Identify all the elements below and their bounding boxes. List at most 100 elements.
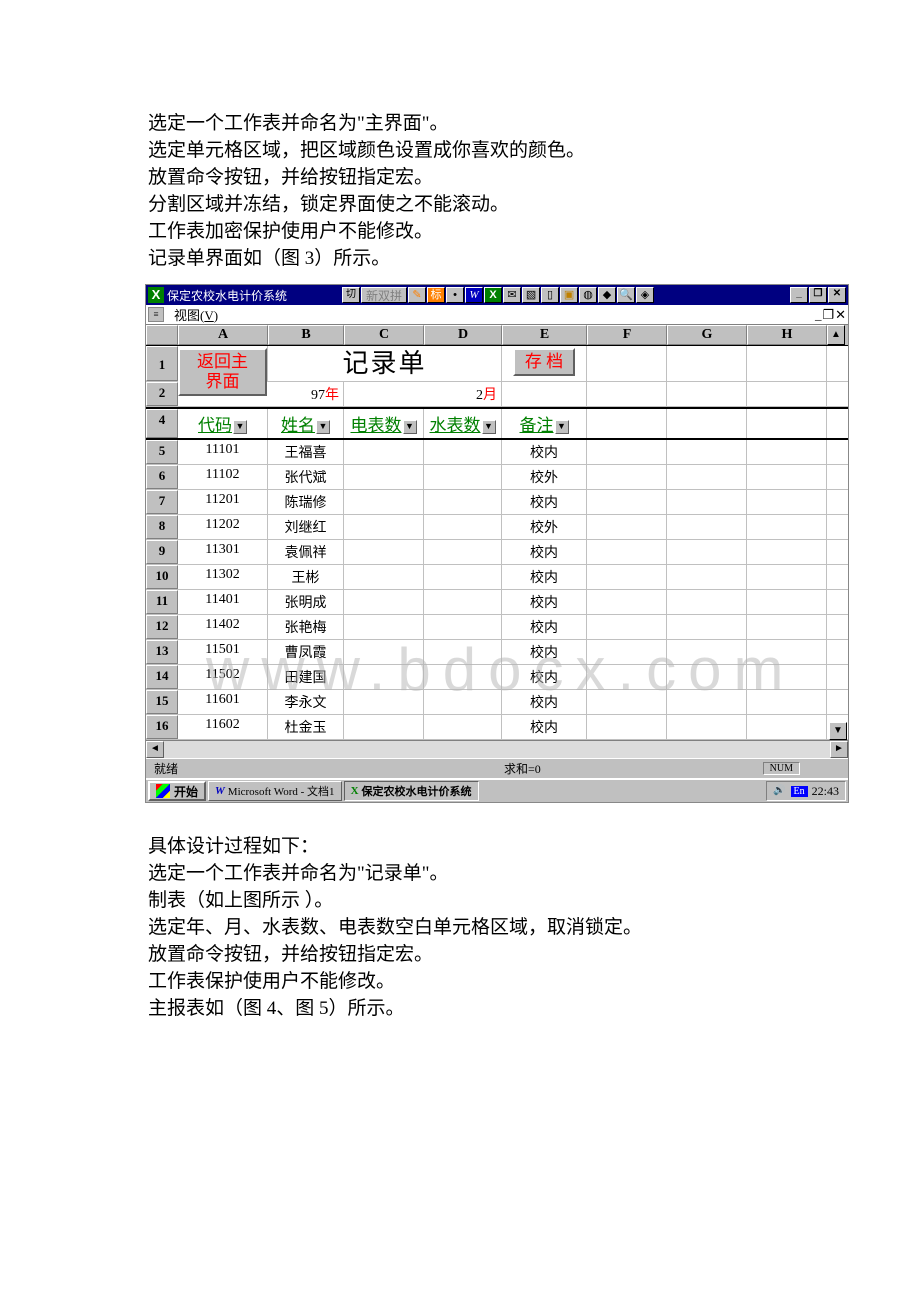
cell-meter-e[interactable] bbox=[344, 515, 424, 539]
excel-small-icon[interactable]: X bbox=[484, 287, 502, 303]
save-button[interactable]: 存 档 bbox=[513, 348, 575, 376]
cell-empty[interactable] bbox=[587, 540, 667, 564]
child-minimize-button[interactable]: _ bbox=[815, 307, 822, 323]
cell-empty[interactable] bbox=[667, 465, 747, 489]
cell-empty[interactable] bbox=[587, 515, 667, 539]
cell-code[interactable]: 11502 bbox=[178, 665, 268, 689]
cell-meter-w[interactable] bbox=[424, 715, 502, 739]
cell-note[interactable]: 校内 bbox=[502, 640, 587, 664]
cell-meter-e[interactable] bbox=[344, 440, 424, 464]
cell-meter-e[interactable] bbox=[344, 565, 424, 589]
doc-icon[interactable]: ▯ bbox=[541, 287, 559, 303]
cell-note[interactable]: 校内 bbox=[502, 715, 587, 739]
cell-empty[interactable] bbox=[747, 490, 827, 514]
cell-note[interactable]: 校外 bbox=[502, 515, 587, 539]
col-header-d[interactable]: D bbox=[424, 325, 502, 345]
volume-icon[interactable]: 🔊 bbox=[773, 784, 787, 798]
cell-empty[interactable] bbox=[747, 715, 827, 739]
cell-empty[interactable] bbox=[587, 615, 667, 639]
cell-empty[interactable] bbox=[587, 590, 667, 614]
cell-name[interactable]: 袁佩祥 bbox=[268, 540, 344, 564]
cell-note[interactable]: 校内 bbox=[502, 540, 587, 564]
filter-dropdown-icon[interactable]: ▼ bbox=[403, 420, 417, 434]
col-header-g[interactable]: G bbox=[667, 325, 747, 345]
cell-empty[interactable] bbox=[747, 690, 827, 714]
filter-dropdown-icon[interactable]: ▼ bbox=[555, 420, 569, 434]
cell-empty[interactable] bbox=[587, 490, 667, 514]
col-header-f[interactable]: F bbox=[587, 325, 667, 345]
cell-empty[interactable] bbox=[667, 565, 747, 589]
cell-meter-w[interactable] bbox=[424, 640, 502, 664]
folder-icon[interactable]: ▣ bbox=[560, 287, 578, 303]
search-icon[interactable]: 🔍 bbox=[617, 287, 635, 303]
cell-empty[interactable] bbox=[667, 665, 747, 689]
col-header-h[interactable]: H bbox=[747, 325, 827, 345]
cell-empty[interactable] bbox=[587, 465, 667, 489]
filter-meter-e[interactable]: 电表数▼ bbox=[344, 409, 424, 438]
row-header[interactable]: 15 bbox=[146, 690, 178, 714]
cell-note[interactable]: 校内 bbox=[502, 665, 587, 689]
row-header[interactable]: 5 bbox=[146, 440, 178, 464]
paint-icon[interactable]: ◆ bbox=[598, 287, 616, 303]
cell-empty[interactable] bbox=[747, 565, 827, 589]
row-header[interactable]: 9 bbox=[146, 540, 178, 564]
cell-code[interactable]: 11602 bbox=[178, 715, 268, 739]
cell-back-button[interactable]: 返回主界面 bbox=[178, 346, 268, 381]
row-header[interactable]: 8 bbox=[146, 515, 178, 539]
cell-empty[interactable] bbox=[747, 615, 827, 639]
cell-code[interactable]: 11401 bbox=[178, 590, 268, 614]
scroll-down-button[interactable]: ▼ bbox=[829, 722, 847, 740]
cell-code[interactable]: 11601 bbox=[178, 690, 268, 714]
cell-empty[interactable] bbox=[667, 590, 747, 614]
cell-empty[interactable] bbox=[587, 640, 667, 664]
cell-name[interactable]: 张明成 bbox=[268, 590, 344, 614]
taskbar-word-button[interactable]: W Microsoft Word - 文档1 bbox=[208, 781, 342, 801]
cell-note[interactable]: 校外 bbox=[502, 465, 587, 489]
child-close-button[interactable]: ✕ bbox=[835, 307, 846, 323]
cell-meter-w[interactable] bbox=[424, 590, 502, 614]
col-header-e[interactable]: E bbox=[502, 325, 587, 345]
close-button[interactable]: ✕ bbox=[828, 287, 846, 303]
scroll-up-button[interactable]: ▲ bbox=[827, 325, 845, 345]
cell-code[interactable]: 11201 bbox=[178, 490, 268, 514]
word-icon[interactable]: W bbox=[465, 287, 483, 303]
cell-save-button[interactable]: 存 档 bbox=[502, 346, 587, 381]
diamond-icon[interactable]: ◈ bbox=[636, 287, 654, 303]
cell-meter-w[interactable] bbox=[424, 690, 502, 714]
cell-empty[interactable] bbox=[747, 590, 827, 614]
row-header[interactable]: 13 bbox=[146, 640, 178, 664]
cell-code[interactable]: 11402 bbox=[178, 615, 268, 639]
row-header[interactable]: 16 bbox=[146, 715, 178, 739]
cell-code[interactable]: 11101 bbox=[178, 440, 268, 464]
row-header[interactable]: 6 bbox=[146, 465, 178, 489]
scroll-left-button[interactable]: ◄ bbox=[146, 741, 164, 758]
ime-indicator[interactable]: En bbox=[791, 786, 808, 797]
cell-empty[interactable] bbox=[587, 715, 667, 739]
row-header[interactable]: 7 bbox=[146, 490, 178, 514]
restore-button[interactable]: ❐ bbox=[809, 287, 827, 303]
row-header[interactable]: 10 bbox=[146, 565, 178, 589]
pic-icon[interactable]: ▧ bbox=[522, 287, 540, 303]
cell-name[interactable]: 王彬 bbox=[268, 565, 344, 589]
cell-meter-w[interactable] bbox=[424, 665, 502, 689]
ime-box-icon[interactable]: 标 bbox=[427, 287, 445, 303]
cell-name[interactable]: 曹凤霞 bbox=[268, 640, 344, 664]
row-header[interactable]: 4 bbox=[146, 409, 178, 438]
filter-code[interactable]: 代码▼ bbox=[178, 409, 268, 438]
filter-dropdown-icon[interactable]: ▼ bbox=[482, 420, 496, 434]
cell-note[interactable]: 校内 bbox=[502, 565, 587, 589]
cell-empty[interactable] bbox=[587, 440, 667, 464]
row-header[interactable]: 14 bbox=[146, 665, 178, 689]
cell-name[interactable]: 张艳梅 bbox=[268, 615, 344, 639]
globe-icon[interactable]: ◍ bbox=[579, 287, 597, 303]
cell-empty[interactable] bbox=[667, 515, 747, 539]
cell-name[interactable]: 王福喜 bbox=[268, 440, 344, 464]
cell-code[interactable]: 11301 bbox=[178, 540, 268, 564]
cell-note[interactable]: 校内 bbox=[502, 440, 587, 464]
cell-empty[interactable] bbox=[747, 515, 827, 539]
cell-note[interactable]: 校内 bbox=[502, 490, 587, 514]
cell-meter-e[interactable] bbox=[344, 590, 424, 614]
cell-code[interactable]: 11202 bbox=[178, 515, 268, 539]
cell-empty[interactable] bbox=[667, 440, 747, 464]
cell-code[interactable]: 11302 bbox=[178, 565, 268, 589]
